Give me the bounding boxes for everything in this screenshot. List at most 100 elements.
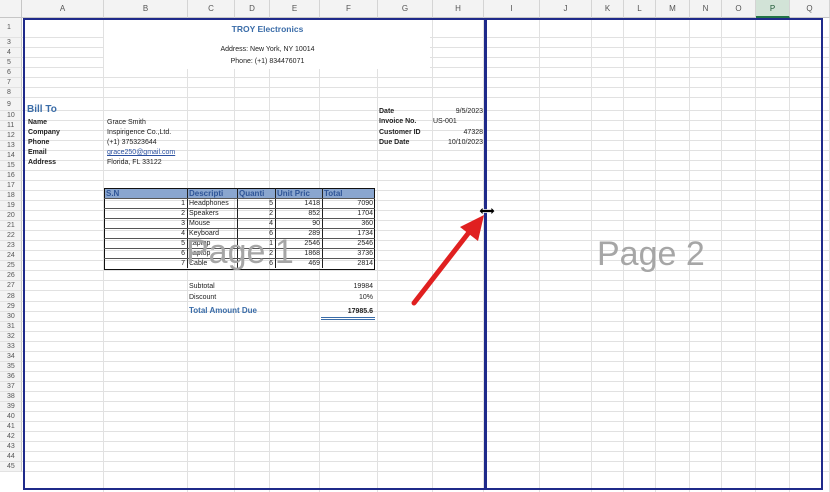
row-header-7[interactable]: 7	[0, 78, 22, 88]
row-header-18[interactable]: 18	[0, 191, 22, 201]
grid-hline	[22, 321, 830, 322]
column-header-o[interactable]: O	[722, 0, 756, 18]
table-cell[interactable]: 4	[239, 219, 273, 228]
subtotal-value: 19984	[353, 283, 373, 290]
table-cell[interactable]: 7	[106, 259, 185, 268]
row-header-6[interactable]: 6	[0, 68, 22, 78]
column-header-h[interactable]: H	[433, 0, 484, 18]
row-header-22[interactable]: 22	[0, 231, 22, 241]
row-header-24[interactable]: 24	[0, 251, 22, 261]
table-cell[interactable]: 2546	[324, 239, 373, 248]
row-header-41[interactable]: 41	[0, 422, 22, 432]
row-header-12[interactable]: 12	[0, 131, 22, 141]
column-header-l[interactable]: L	[624, 0, 656, 18]
row-header-9[interactable]: 9	[0, 98, 22, 111]
bill-to-title: Bill To	[27, 104, 57, 115]
row-header-19[interactable]: 19	[0, 201, 22, 211]
row-header-40[interactable]: 40	[0, 412, 22, 422]
page-2-watermark: Page 2	[597, 235, 705, 273]
row-header-1[interactable]: 1	[0, 18, 22, 38]
table-cell[interactable]: 5	[239, 199, 273, 208]
column-header-c[interactable]: C	[188, 0, 235, 18]
table-cell[interactable]: 2	[239, 209, 273, 218]
row-header-42[interactable]: 42	[0, 432, 22, 442]
table-cell[interactable]: 5	[106, 239, 185, 248]
table-cell[interactable]: 3736	[324, 249, 373, 258]
row-header-5[interactable]: 5	[0, 58, 22, 68]
table-cell[interactable]: 3	[106, 219, 185, 228]
total-double-underline-1	[321, 317, 375, 318]
column-header-d[interactable]: D	[235, 0, 270, 18]
invoice-label-number: Invoice No.	[379, 118, 417, 125]
row-header-32[interactable]: 32	[0, 332, 22, 342]
table-cell[interactable]: 7090	[324, 199, 373, 208]
subtotal-label: Subtotal	[189, 283, 215, 290]
bill-to-email-link[interactable]: grace250@gmail.com	[107, 148, 175, 157]
column-header-q[interactable]: Q	[790, 0, 830, 18]
table-cell[interactable]: Headphones	[189, 199, 235, 208]
table-cell[interactable]: 852	[277, 209, 320, 218]
column-header-g[interactable]: G	[378, 0, 433, 18]
row-header-14[interactable]: 14	[0, 151, 22, 161]
row-header-4[interactable]: 4	[0, 48, 22, 58]
table-cell[interactable]: 1734	[324, 229, 373, 238]
column-header-k[interactable]: K	[592, 0, 624, 18]
row-header-27[interactable]: 27	[0, 281, 22, 291]
row-header-15[interactable]: 15	[0, 161, 22, 171]
row-header-43[interactable]: 43	[0, 442, 22, 452]
table-cell[interactable]: 90	[277, 219, 320, 228]
row-header-21[interactable]: 21	[0, 221, 22, 231]
column-header-f[interactable]: F	[320, 0, 378, 18]
column-header-p[interactable]: P	[756, 0, 790, 18]
table-cell[interactable]: 2814	[324, 259, 373, 268]
row-header-31[interactable]: 31	[0, 322, 22, 332]
table-cell[interactable]: 6	[106, 249, 185, 258]
row-header-23[interactable]: 23	[0, 241, 22, 251]
select-all-corner[interactable]	[0, 0, 22, 18]
row-header-8[interactable]: 8	[0, 88, 22, 98]
table-cell[interactable]: Mouse	[189, 219, 235, 228]
table-cell[interactable]: 2	[106, 209, 185, 218]
table-cell[interactable]: 360	[324, 219, 373, 228]
row-header-11[interactable]: 11	[0, 121, 22, 131]
company-address: Address: New York, NY 10014	[220, 46, 315, 53]
table-cell[interactable]: 1	[106, 199, 185, 208]
column-header-j[interactable]: J	[540, 0, 592, 18]
table-cell[interactable]: 4	[106, 229, 185, 238]
column-header-a[interactable]: A	[22, 0, 104, 18]
row-header-36[interactable]: 36	[0, 372, 22, 382]
table-header-cell: Unit Pric	[277, 189, 310, 198]
column-header-n[interactable]: N	[690, 0, 722, 18]
row-header-34[interactable]: 34	[0, 352, 22, 362]
row-header-26[interactable]: 26	[0, 271, 22, 281]
page-break-bottom	[23, 488, 823, 490]
row-header-30[interactable]: 30	[0, 312, 22, 322]
table-cell[interactable]: Speakers	[189, 209, 235, 218]
row-header-16[interactable]: 16	[0, 171, 22, 181]
spreadsheet-grid[interactable]: ABCDEFGHIJKLMNOPQ 1 3 4 5 6 7 8 9 10 11 12 13 14 15 16…	[0, 0, 830, 492]
column-header-m[interactable]: M	[656, 0, 690, 18]
grid-hline	[22, 180, 830, 181]
row-header-37[interactable]: 37	[0, 382, 22, 392]
row-header-28[interactable]: 28	[0, 291, 22, 302]
table-cell[interactable]: 1704	[324, 209, 373, 218]
row-header-3[interactable]: 3	[0, 38, 22, 48]
column-header-i[interactable]: I	[484, 0, 540, 18]
row-header-29[interactable]: 29	[0, 302, 22, 312]
row-header-44[interactable]: 44	[0, 452, 22, 462]
row-header-39[interactable]: 39	[0, 402, 22, 412]
row-header-33[interactable]: 33	[0, 342, 22, 352]
row-header-45[interactable]: 45	[0, 462, 22, 472]
row-header-25[interactable]: 25	[0, 261, 22, 271]
row-header-35[interactable]: 35	[0, 362, 22, 372]
grid-hline	[22, 361, 830, 362]
table-cell[interactable]: 1418	[277, 199, 320, 208]
column-header-e[interactable]: E	[270, 0, 320, 18]
row-header-10[interactable]: 10	[0, 111, 22, 121]
row-header-17[interactable]: 17	[0, 181, 22, 191]
column-header-b[interactable]: B	[104, 0, 188, 18]
row-header-20[interactable]: 20	[0, 211, 22, 221]
row-header-13[interactable]: 13	[0, 141, 22, 151]
row-header-38[interactable]: 38	[0, 392, 22, 402]
grid-hline	[22, 87, 830, 88]
